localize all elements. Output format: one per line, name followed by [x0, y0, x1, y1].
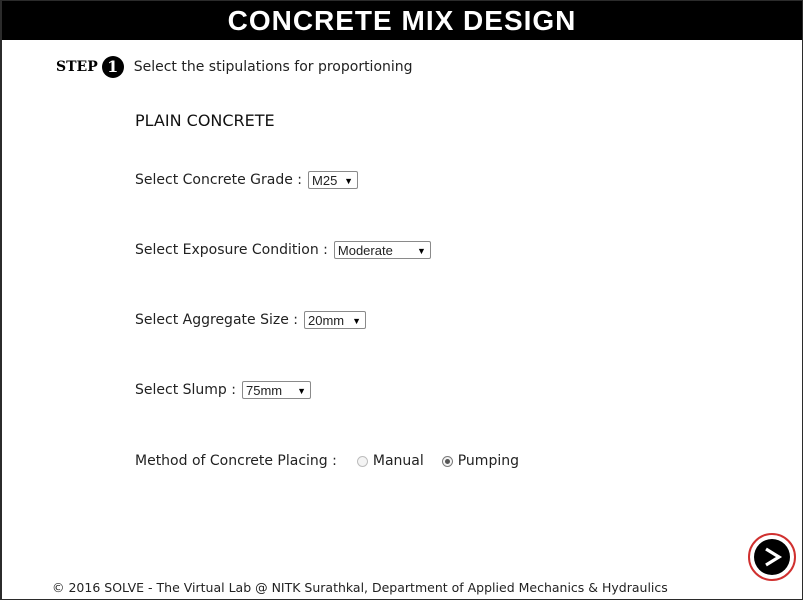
- page-title: CONCRETE MIX DESIGN: [227, 5, 577, 36]
- aggregate-size-select[interactable]: 20mm ▼: [303, 311, 366, 329]
- aggregate-size-value: 20mm: [307, 313, 345, 328]
- chevron-down-icon: ▼: [344, 176, 354, 186]
- pumping-radio[interactable]: [441, 455, 453, 467]
- manual-radio-label[interactable]: Manual: [373, 453, 424, 469]
- next-arrow-glyph: [765, 547, 783, 567]
- header-bar: CONCRETE MIX DESIGN: [2, 1, 802, 40]
- footer-copyright: © 2016 SOLVE - The Virtual Lab @ NITK Su…: [52, 580, 668, 595]
- placing-method-radio-group: Manual Pumping: [356, 453, 537, 469]
- exposure-condition-select[interactable]: Moderate ▼: [333, 241, 431, 259]
- concrete-grade-row: Select Concrete Grade : M25 ▼: [135, 171, 359, 189]
- placing-method-row: Method of Concrete Placing : Manual Pump…: [135, 453, 537, 469]
- step-heading: STEP 1 Select the stipulations for propo…: [56, 54, 413, 80]
- exposure-condition-label: Select Exposure Condition :: [135, 242, 328, 258]
- section-title: PLAIN CONCRETE: [135, 111, 275, 130]
- next-button[interactable]: [748, 533, 796, 581]
- step-number-badge: 1: [101, 56, 124, 78]
- placing-method-label: Method of Concrete Placing :: [135, 453, 337, 469]
- manual-radio[interactable]: [356, 455, 368, 467]
- chevron-down-icon: ▼: [297, 386, 306, 396]
- slump-value: 75mm: [245, 383, 283, 398]
- next-arrow-icon: [754, 539, 790, 575]
- pumping-radio-label[interactable]: Pumping: [458, 453, 519, 469]
- step-label: STEP: [56, 59, 98, 75]
- concrete-grade-select[interactable]: M25 ▼: [308, 171, 359, 189]
- exposure-condition-value: Moderate: [337, 243, 393, 258]
- slump-label: Select Slump :: [135, 382, 236, 398]
- exposure-condition-row: Select Exposure Condition : Moderate ▼: [135, 241, 431, 259]
- app-window: CONCRETE MIX DESIGN STEP 1 Select the st…: [0, 0, 803, 600]
- slump-row: Select Slump : 75mm ▼: [135, 381, 311, 399]
- aggregate-size-label: Select Aggregate Size :: [135, 312, 298, 328]
- chevron-down-icon: ▼: [352, 316, 361, 326]
- concrete-grade-label: Select Concrete Grade :: [135, 172, 303, 188]
- step-description: Select the stipulations for proportionin…: [133, 59, 413, 75]
- aggregate-size-row: Select Aggregate Size : 20mm ▼: [135, 311, 366, 329]
- chevron-down-icon: ▼: [416, 246, 426, 256]
- slump-select[interactable]: 75mm ▼: [241, 381, 311, 399]
- concrete-grade-value: M25: [312, 173, 338, 188]
